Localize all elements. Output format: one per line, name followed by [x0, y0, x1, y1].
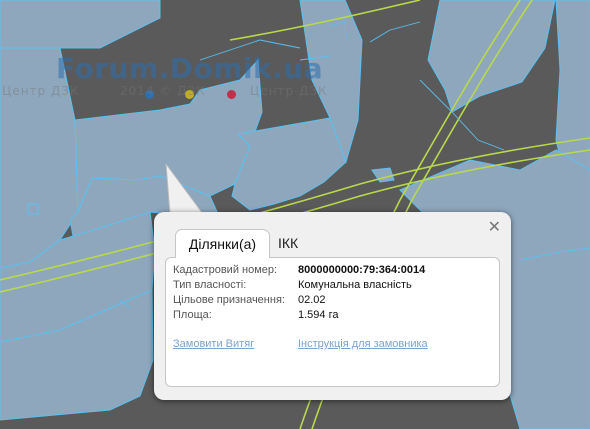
tab-ikk[interactable]: ІКК	[278, 229, 298, 257]
parcel[interactable]	[27, 203, 39, 215]
watermark-text: Центр ДЗК	[250, 84, 328, 98]
watermark-text: Центр ДЗК	[2, 84, 80, 98]
parcel-details-panel: Кадастровий номер: 8000000000:79:364:001…	[165, 257, 500, 387]
field-value: 02.02	[298, 294, 326, 306]
tab-parcels[interactable]: Ділянки(а)	[175, 229, 270, 258]
watermark-text: 2014 © ДЗК	[120, 84, 206, 98]
field-label: Цільове призначення:	[173, 294, 285, 306]
parcel[interactable]	[0, 0, 161, 49]
watermark-dot-red	[227, 90, 236, 99]
order-extract-link[interactable]: Замовити Витяг	[173, 338, 254, 350]
field-value: Комунальна власність	[298, 279, 412, 291]
parcel-info-popup: ✕ Ділянки(а) ІКК Кадастровий номер: 8000…	[154, 212, 511, 400]
parcel[interactable]	[427, 0, 556, 113]
watermark-logo: Forum.Domik.ua	[56, 52, 324, 85]
field-value: 1.594 га	[298, 309, 339, 321]
parcel[interactable]	[231, 117, 347, 211]
popup-pointer	[165, 163, 204, 215]
field-label: Тип власності:	[173, 279, 247, 291]
field-label: Кадастровий номер:	[173, 264, 278, 276]
close-icon[interactable]: ✕	[488, 220, 501, 236]
field-label: Площа:	[173, 309, 212, 321]
field-value: 8000000000:79:364:0014	[298, 264, 426, 276]
instructions-link[interactable]: Інструкція для замовника	[298, 338, 428, 350]
